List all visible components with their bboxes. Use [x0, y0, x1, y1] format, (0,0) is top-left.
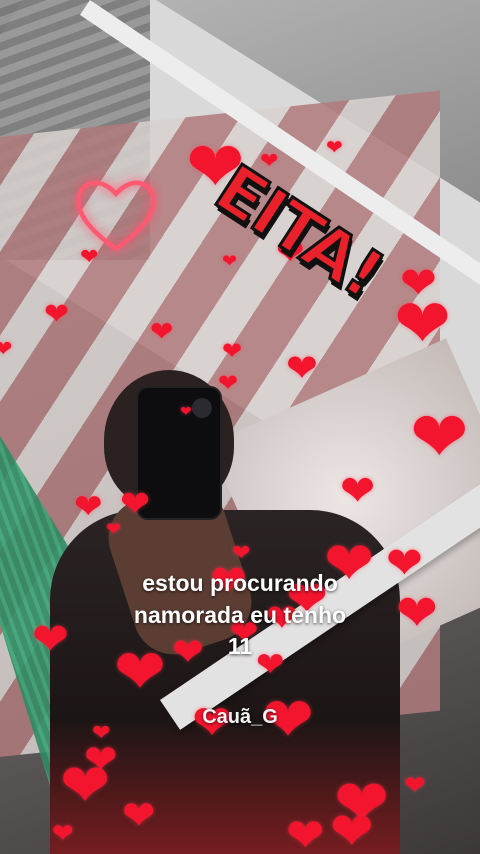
heart-icon: ❤ — [74, 488, 103, 526]
heart-icon: ❤ — [330, 803, 374, 854]
heart-icon: ❤ — [286, 348, 318, 390]
heart-icon: ❤ — [386, 539, 423, 588]
heart-icon: ❤ — [60, 752, 111, 819]
caption-line-1: estou procurando — [142, 570, 338, 596]
heart-icon: ❤ — [106, 519, 122, 539]
caption-line-3: 11 — [227, 633, 253, 660]
heart-icon: ❤ — [32, 615, 69, 664]
heart-icon: ❤ — [218, 370, 239, 397]
heart-icon: ❤ — [286, 809, 325, 854]
heart-icon: ❤ — [180, 403, 192, 419]
heart-icon: ❤ — [404, 770, 426, 800]
username-watermark: Cauã_G — [202, 706, 278, 728]
heart-icon: ❤ — [150, 316, 174, 347]
heart-icon: ❤ — [44, 298, 70, 331]
smartphone — [138, 388, 220, 518]
heart-icon: ❤ — [80, 244, 99, 269]
photo-stage: ❤ ❤ ❤ ❤ ❤ ❤ ❤ ❤ ❤ ❤ ❤ ❤ ❤ ❤ ❤ ❤ ❤ ❤ ❤ ❤ … — [0, 0, 480, 854]
heart-icon: ❤ — [222, 338, 243, 365]
heart-icon: ❤ — [0, 336, 13, 361]
heart-icon: ❤ — [394, 286, 451, 362]
heart-icon: ❤ — [120, 483, 151, 524]
caption-text: estou procurando namorada eu tenho 11 — [90, 568, 390, 663]
caption-line-2: namorada eu tenho — [133, 601, 347, 628]
heart-icon: ❤ — [222, 251, 238, 271]
heart-icon: ❤ — [326, 137, 343, 159]
heart-icon: ❤ — [340, 467, 376, 514]
heart-icon: ❤ — [410, 398, 469, 476]
heart-icon: ❤ — [396, 585, 438, 641]
heart-icon: ❤ — [122, 794, 156, 838]
phone-camera-icon — [192, 398, 212, 418]
heart-icon: ❤ — [52, 818, 74, 848]
